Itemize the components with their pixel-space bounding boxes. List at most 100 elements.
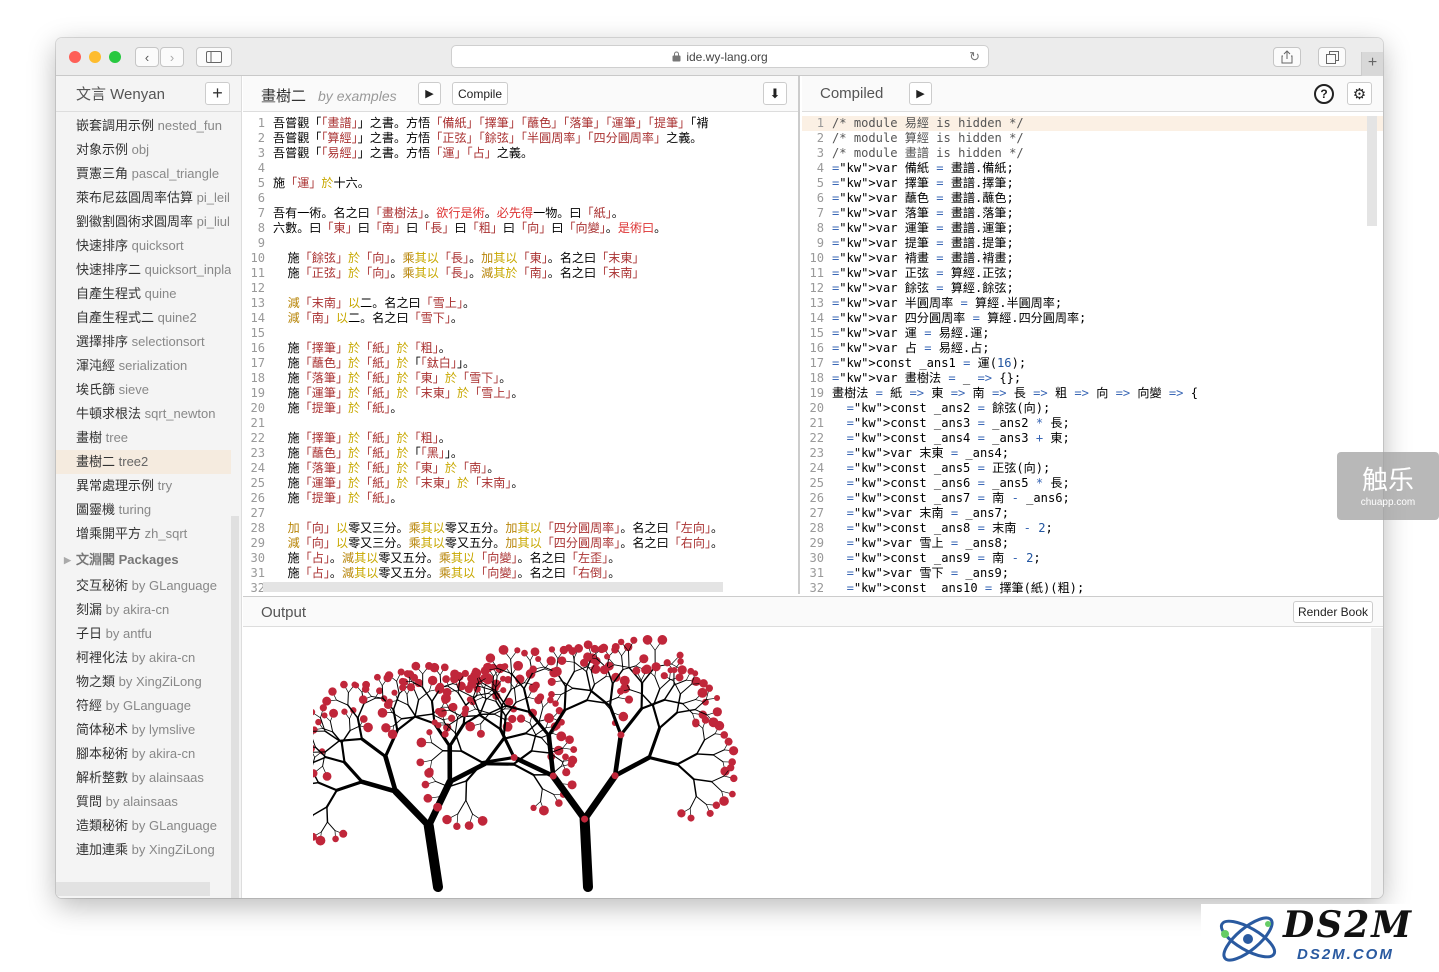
code-line[interactable]: 15 ="kw">var 運 = 易經.運; (802, 326, 1383, 341)
code-line[interactable]: 3/* module 畫譜 is hidden */ (802, 146, 1383, 161)
sidebar-scrollbar[interactable] (231, 516, 239, 898)
code-line[interactable]: 6 ="kw">var 蘸色 = 畫譜.蘸色; (802, 191, 1383, 206)
example-item[interactable]: 選擇排序 selectionsort (56, 330, 231, 354)
example-item-active[interactable]: 畫樹二 tree2 (56, 450, 231, 474)
code-line[interactable]: 28 ="kw">const _ans8 = 末南 - 2; (802, 521, 1383, 536)
code-line[interactable]: 19 畫樹法 = 紙 => 東 => 南 => 長 => 粗 => 向 => 向變… (802, 386, 1383, 401)
package-item[interactable]: 腳本秘術 by akira-cn (56, 742, 231, 766)
code-line[interactable]: 31 施「占」。減其以零又五分。乘其以「向變」。名之曰「右倒」。 (243, 566, 798, 581)
address-bar[interactable]: ide.wy-lang.org ↻ (451, 45, 989, 68)
package-item[interactable]: 連加連乘 by XingZiLong (56, 838, 231, 862)
code-line[interactable]: 1 吾嘗觀「「畫譜」」之書。方悟「備紙」「擇筆」「蘸色」「落筆」「運筆」「提筆」「… (243, 116, 798, 131)
code-line[interactable]: 16 ="kw">var 占 = 易經.占; (802, 341, 1383, 356)
sidebar-horizontal-scrollbar[interactable] (56, 882, 210, 896)
code-line[interactable]: 26 施「提筆」於「紙」。 (243, 491, 798, 506)
download-icon[interactable]: ⬇ (763, 82, 787, 105)
package-item[interactable]: 刻漏 by akira-cn (56, 598, 231, 622)
package-item[interactable]: 造類秘術 by GLanguage (56, 814, 231, 838)
code-line[interactable]: 8 ="kw">var 運筆 = 畫譜.運筆; (802, 221, 1383, 236)
code-line[interactable]: 18 ="kw">var 畫樹法 = _ => {}; (802, 371, 1383, 386)
code-line[interactable]: 30 ="kw">const _ans9 = 南 - 2; (802, 551, 1383, 566)
code-line[interactable]: 17 ="kw">const _ans1 = 運(16); (802, 356, 1383, 371)
code-line[interactable]: 20 ="kw">const _ans2 = 餘弦(向); (802, 401, 1383, 416)
code-line[interactable]: 9 ="kw">var 提筆 = 畫譜.提筆; (802, 236, 1383, 251)
compiled-js-code[interactable]: 1/* module 易經 is hidden */2/* module 算經 … (802, 112, 1383, 594)
code-line[interactable]: 11 ="kw">var 正弦 = 算經.正弦; (802, 266, 1383, 281)
code-line[interactable]: 23 ="kw">var 末東 = _ans4; (802, 446, 1383, 461)
code-line[interactable]: 22 ="kw">const _ans4 = _ans3 + 東; (802, 431, 1383, 446)
settings-gear-icon[interactable]: ⚙ (1347, 82, 1372, 105)
run-compiled-icon[interactable]: ▶ (909, 82, 932, 105)
code-line[interactable]: 7 ="kw">var 落筆 = 畫譜.落筆; (802, 206, 1383, 221)
zoom-window-button[interactable] (109, 51, 121, 63)
package-item[interactable]: 物之類 by XingZiLong (56, 670, 231, 694)
wenyan-code-editor[interactable]: 1 吾嘗觀「「畫譜」」之書。方悟「備紙」「擇筆」「蘸色」「落筆」「運筆」「提筆」「… (243, 112, 798, 594)
disclosure-triangle-icon[interactable]: ▶ (64, 546, 71, 574)
reload-icon[interactable]: ↻ (969, 49, 980, 65)
code-line[interactable]: 31 ="kw">var 雪下 = _ans9; (802, 566, 1383, 581)
code-line[interactable]: 28 加「向」以零又三分。乘其以零又五分。加其以「四分圓周率」。名之曰「左向」。 (243, 521, 798, 536)
add-file-button[interactable]: + (205, 82, 230, 105)
code-line[interactable]: 27 (243, 506, 798, 521)
code-line[interactable]: 21 (243, 416, 798, 431)
code-line[interactable]: 6 (243, 191, 798, 206)
code-line[interactable]: 24 施「落筆」於「紙」於「東」於「南」。 (243, 461, 798, 476)
code-line[interactable]: 12 (243, 281, 798, 296)
example-item[interactable]: 渾沌經 serialization (56, 354, 231, 378)
code-line[interactable]: 23 施「蘸色」於「紙」於「「黑」」。 (243, 446, 798, 461)
tabs-overview-icon[interactable] (1318, 47, 1346, 67)
render-book-button[interactable]: Render Book (1293, 601, 1373, 623)
example-item[interactable]: 萊布尼茲圓周率估算 pi_leil (56, 186, 231, 210)
code-line[interactable]: 3 吾嘗觀「「易經」」之書。方悟「運」「占」之義。 (243, 146, 798, 161)
example-item[interactable]: 畫樹 tree (56, 426, 231, 450)
compiled-scrollbar[interactable] (1367, 116, 1377, 226)
help-icon[interactable]: ? (1314, 84, 1334, 104)
code-line[interactable]: 25 施「運筆」於「紙」於「末東」於「末南」。 (243, 476, 798, 491)
example-item[interactable]: 異常處理示例 try (56, 474, 231, 498)
code-line[interactable]: 22 施「擇筆」於「紙」於「粗」。 (243, 431, 798, 446)
code-line[interactable]: 2/* module 算經 is hidden */ (802, 131, 1383, 146)
example-item[interactable]: 自產生程式 quine (56, 282, 231, 306)
code-line[interactable]: 21 ="kw">const _ans3 = _ans2 * 長; (802, 416, 1383, 431)
code-line[interactable]: 20 施「提筆」於「紙」。 (243, 401, 798, 416)
example-item[interactable]: 埃氏篩 sieve (56, 378, 231, 402)
package-item[interactable]: 符經 by GLanguage (56, 694, 231, 718)
code-line[interactable]: 25 ="kw">const _ans6 = _ans5 * 長; (802, 476, 1383, 491)
code-line[interactable]: 24 ="kw">const _ans5 = 正弦(向); (802, 461, 1383, 476)
minimize-window-button[interactable] (89, 51, 101, 63)
code-line[interactable]: 11 施「正弦」於「向」。乘其以「長」。減其於「南」。名之曰「末南」 (243, 266, 798, 281)
example-item[interactable]: 对象示例 obj (56, 138, 231, 162)
package-item[interactable]: 子日 by antfu (56, 622, 231, 646)
code-line[interactable]: 27 ="kw">var 末南 = _ans7; (802, 506, 1383, 521)
code-line[interactable]: 10 施「餘弦」於「向」。乘其以「長」。加其以「東」。名之曰「末東」 (243, 251, 798, 266)
code-line[interactable]: 8 六數。曰「東」曰「南」曰「長」曰「粗」曰「向」曰「向變」。是術曰。 (243, 221, 798, 236)
example-item[interactable]: 快速排序二 quicksort_inpla (56, 258, 231, 282)
code-line[interactable]: 10 ="kw">var 褙畫 = 畫譜.褙畫; (802, 251, 1383, 266)
example-item[interactable]: 牛頓求根法 sqrt_newton (56, 402, 231, 426)
package-item[interactable]: 交互秘術 by GLanguage (56, 574, 231, 598)
packages-header[interactable]: ▶ 文淵閣 Packages (56, 546, 241, 574)
code-line[interactable]: 5 施「運」於十六。 (243, 176, 798, 191)
example-item[interactable]: 自產生程式二 quine2 (56, 306, 231, 330)
code-line[interactable]: 5 ="kw">var 擇筆 = 畫譜.擇筆; (802, 176, 1383, 191)
code-line[interactable]: 14 ="kw">var 四分圓周率 = 算經.四分圓周率; (802, 311, 1383, 326)
package-item[interactable]: 柯裡化法 by akira-cn (56, 646, 231, 670)
package-item[interactable]: 質問 by alainsaas (56, 790, 231, 814)
example-item[interactable]: 劉徽割圓術求圓周率 pi_liul (56, 210, 231, 234)
code-line[interactable]: 4 ="kw">var 備紙 = 畫譜.備紙; (802, 161, 1383, 176)
example-item[interactable]: 圖靈機 turing (56, 498, 231, 522)
compile-button[interactable]: Compile (452, 82, 508, 105)
example-item[interactable]: 賈憲三角 pascal_triangle (56, 162, 231, 186)
code-line[interactable]: 32 ="kw">const _ans10 = 擇筆(紙)(粗); (802, 581, 1383, 594)
code-line[interactable]: 17 施「蘸色」於「紙」於「「鈦白」」。 (243, 356, 798, 371)
code-line[interactable]: 7 吾有一術。名之曰「畫樹法」。欲行是術。必先得一物。曰「紙」。 (243, 206, 798, 221)
code-line[interactable]: 13 ="kw">var 半圓周率 = 算經.半圓周率; (802, 296, 1383, 311)
code-line[interactable]: 9 (243, 236, 798, 251)
editor-horizontal-scrollbar[interactable] (263, 582, 723, 592)
code-line[interactable]: 30 施「占」。減其以零又五分。乘其以「向變」。名之曰「左歪」。 (243, 551, 798, 566)
code-line[interactable]: 29 減「向」以零又三分。乘其以零又五分。加其以「四分圓周率」。名之曰「右向」。 (243, 536, 798, 551)
code-line[interactable]: 12 ="kw">var 餘弦 = 算經.餘弦; (802, 281, 1383, 296)
example-item[interactable]: 快速排序 quicksort (56, 234, 231, 258)
code-line[interactable]: 2 吾嘗觀「「算經」」之書。方悟「正弦」「餘弦」「半圓周率」「四分圓周率」之義。 (243, 131, 798, 146)
output-scrollbar[interactable] (1371, 628, 1383, 898)
